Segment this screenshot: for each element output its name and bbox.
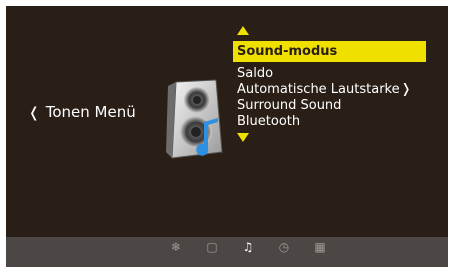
apps-icon[interactable]: ▦: [302, 239, 338, 255]
back-to-tone-menu[interactable]: ❬ Tonen Menü: [28, 103, 136, 121]
menu-item-balance[interactable]: Saldo: [233, 66, 443, 82]
clock-icon[interactable]: ◷: [266, 239, 302, 255]
sound-icon[interactable]: ♫: [230, 239, 266, 255]
sound-menu-list: Sound-modus Saldo Automatische Lautstark…: [233, 26, 443, 142]
scroll-down-icon[interactable]: [237, 133, 249, 142]
settings-icon[interactable]: ❄: [158, 239, 194, 255]
tv-screen: ❬ Tonen Menü Sound-modus Saldo Automatis…: [6, 6, 448, 267]
picture-icon[interactable]: ▢: [194, 239, 230, 255]
sound-menu-panel: ❬ Tonen Menü Sound-modus Saldo Automatis…: [6, 6, 448, 237]
speaker-icon: [166, 79, 223, 159]
back-label: Tonen Menü: [45, 103, 136, 121]
chevron-right-icon: ❭: [400, 82, 412, 97]
chevron-left-icon: ❬: [28, 105, 40, 121]
menu-item-bluetooth[interactable]: Bluetooth: [233, 114, 443, 130]
menu-item-surround-sound[interactable]: Surround Sound: [233, 98, 443, 114]
category-icons: ❄ ▢ ♫ ◷ ▦: [158, 239, 338, 255]
scroll-up-icon[interactable]: [237, 26, 249, 35]
menu-item-auto-volume[interactable]: Automatische Lautstarke❭: [233, 82, 443, 98]
menu-item-sound-mode[interactable]: Sound-modus: [233, 41, 426, 62]
